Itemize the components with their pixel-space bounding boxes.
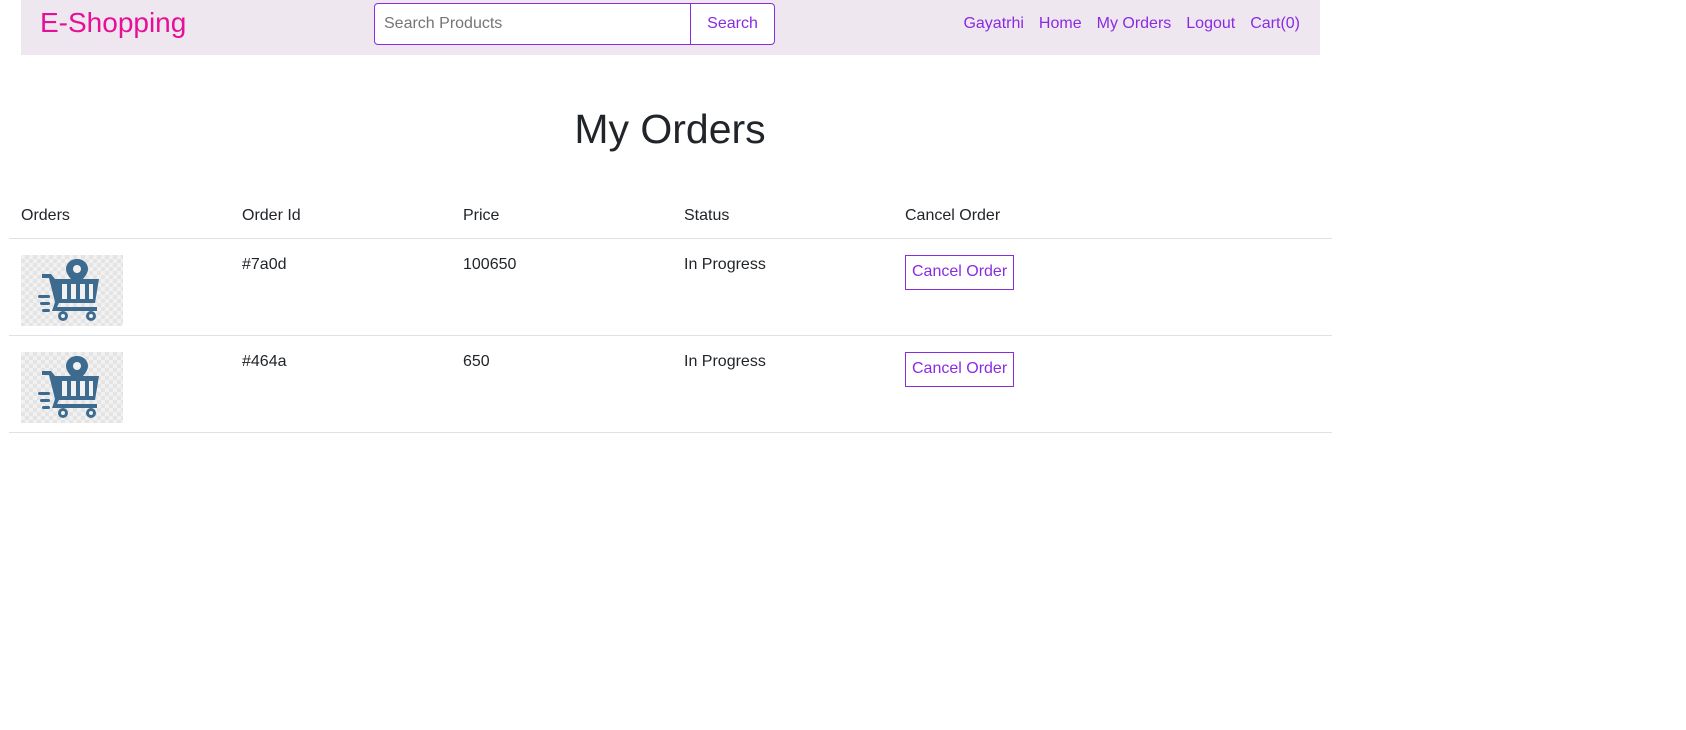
nav-home[interactable]: Home (1039, 13, 1082, 35)
header-orders: Orders (9, 195, 230, 239)
order-id-cell: #464a (230, 335, 451, 433)
nav-my-orders[interactable]: My Orders (1097, 13, 1172, 35)
status-cell: In Progress (672, 238, 893, 336)
header-order-id: Order Id (230, 195, 451, 239)
order-image-cell (9, 238, 230, 336)
header-status: Status (672, 195, 893, 239)
shopping-cart-icon (21, 254, 123, 326)
table-row: #7a0d 100650 In Progress Cancel Order (9, 238, 1332, 336)
navbar: E-Shopping Search Gayatrhi Home My Order… (21, 0, 1320, 55)
cancel-order-button[interactable]: Cancel Order (905, 351, 1015, 387)
price-cell: 650 (451, 335, 672, 433)
price-cell: 100650 (451, 238, 672, 336)
order-price: 100650 (463, 255, 517, 273)
header-price: Price (451, 195, 672, 239)
order-id-cell: #7a0d (230, 238, 451, 336)
shopping-cart-icon (21, 351, 123, 423)
order-status: In Progress (684, 352, 766, 370)
order-status: In Progress (684, 255, 766, 273)
orders-table: Orders Order Id Price Status Cancel Orde… (9, 195, 1332, 433)
nav-links: Gayatrhi Home My Orders Logout Cart(0) (963, 13, 1300, 35)
cancel-cell: Cancel Order (893, 335, 1332, 433)
nav-user[interactable]: Gayatrhi (963, 13, 1023, 35)
table-row: #464a 650 In Progress Cancel Order (9, 335, 1332, 433)
page-title: My Orders (574, 106, 766, 152)
header-cancel-order: Cancel Order (893, 195, 1332, 239)
nav-logout[interactable]: Logout (1186, 13, 1235, 35)
search-input[interactable] (374, 3, 691, 45)
brand-logo[interactable]: E-Shopping (40, 6, 186, 40)
table-header-row: Orders Order Id Price Status Cancel Orde… (9, 195, 1332, 239)
order-id: #7a0d (242, 255, 287, 273)
cancel-cell: Cancel Order (893, 238, 1332, 336)
order-price: 650 (463, 352, 490, 370)
search-button[interactable]: Search (690, 3, 775, 45)
cancel-order-button[interactable]: Cancel Order (905, 254, 1015, 290)
order-id: #464a (242, 352, 287, 370)
order-image-cell (9, 335, 230, 433)
nav-cart[interactable]: Cart(0) (1250, 13, 1300, 35)
status-cell: In Progress (672, 335, 893, 433)
